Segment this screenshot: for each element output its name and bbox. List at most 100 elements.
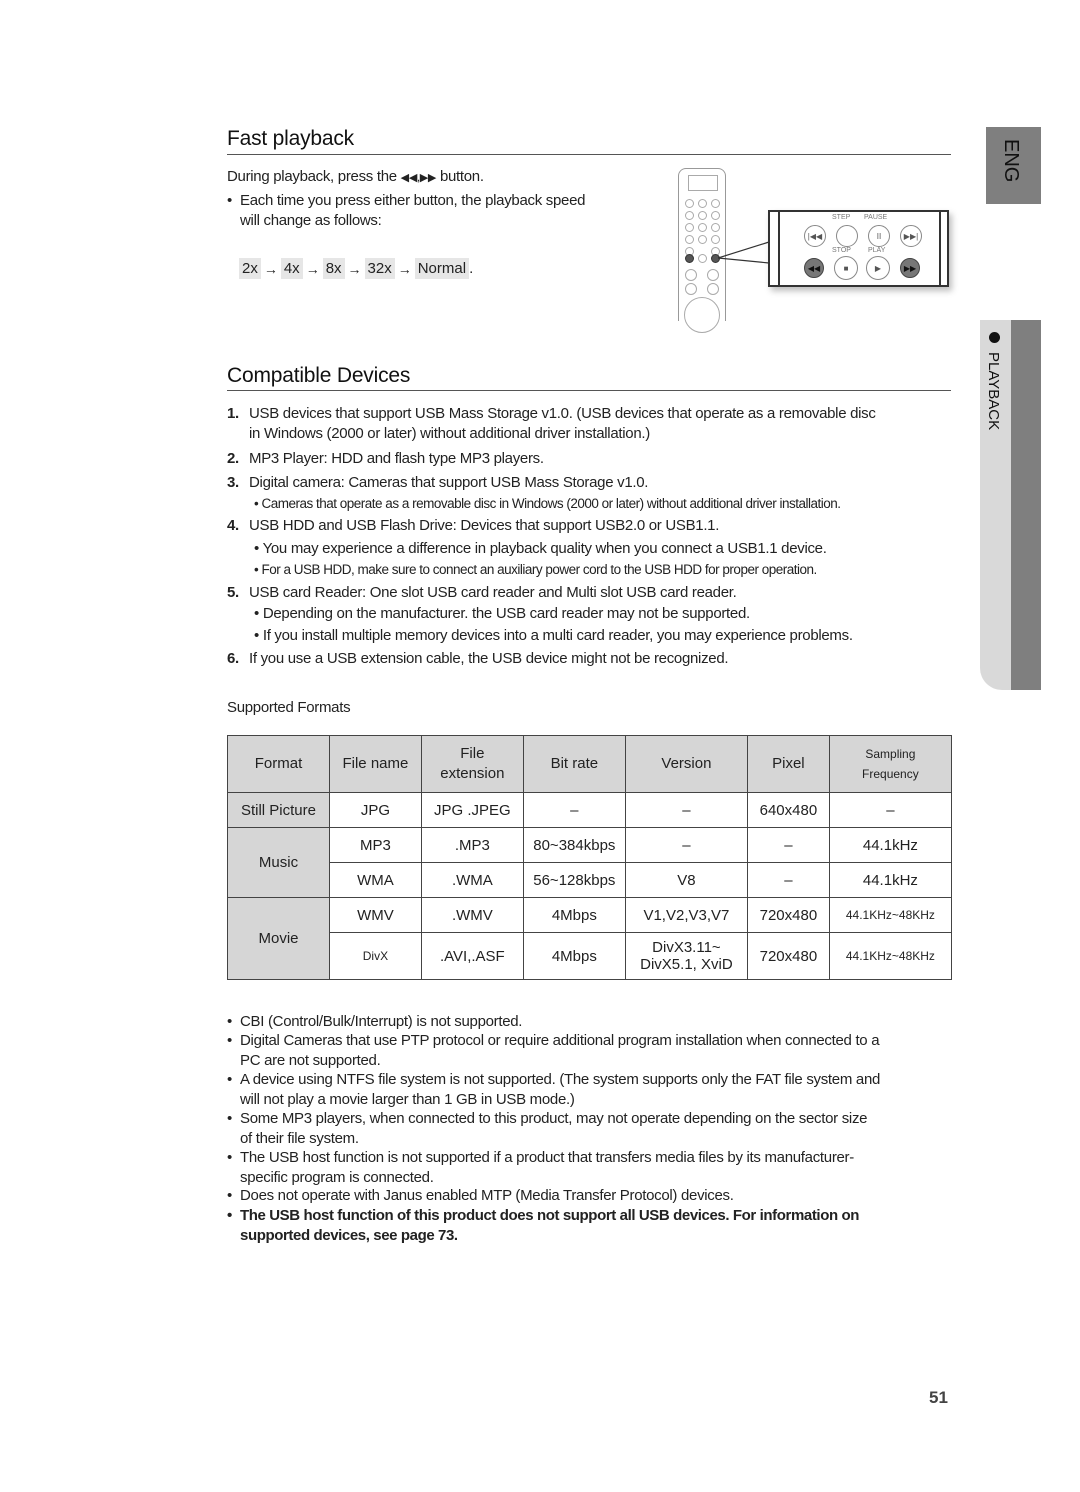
speed-sequence: 2x → 4x → 8x → 32x → Normal.: [239, 258, 473, 279]
header-text: Version: [661, 755, 712, 772]
table-cell: DivX: [328, 932, 422, 980]
cell-text: 44.1KHz~48KHz: [845, 949, 935, 963]
cell-text: 44.1KHz~48KHz: [845, 908, 935, 922]
bullet-icon: •: [227, 1187, 232, 1204]
section-title-fast-playback: Fast playback: [227, 127, 354, 150]
language-label: ENG: [1000, 139, 1022, 183]
supported-formats-table: Format File name File extension Bit rate Vers…: [227, 735, 953, 980]
note-item: • A device using NTFS file system is not …: [227, 1070, 952, 1109]
item-number: 5.: [227, 584, 239, 601]
table-cell: 44.1KHz~48KHz: [828, 932, 953, 980]
column-header: Version: [624, 735, 749, 793]
remote-callout: STEP PAUSE |◀◀ II ▶▶| STOP PLAY ◀◀ ■ ▶ ▶…: [768, 210, 949, 287]
bullet-icon: •: [227, 1110, 232, 1127]
item-bullet: • You may experience a difference in pla…: [254, 539, 979, 559]
cell-text: 720x480: [759, 947, 818, 965]
remote-button: [698, 223, 707, 232]
step-button: [836, 225, 858, 247]
cell-text: –: [784, 871, 793, 889]
table-row: Still Picture JPG JPG .JPEG – – 640x480 –: [227, 792, 953, 828]
table-cell: V1,V2,V3,V7: [624, 897, 749, 933]
cell-text: –: [886, 801, 895, 819]
table-cell: 44.1kHz: [828, 862, 953, 898]
item-number: 3.: [227, 474, 239, 491]
table-cell: –: [828, 792, 953, 828]
format-group-cell: Movie: [227, 897, 330, 980]
table-cell: DivX3.11~ DivX5.1, XviD: [624, 932, 749, 980]
item-number: 6.: [227, 650, 239, 667]
cell-text: V8: [677, 871, 696, 889]
cell-text: .MP3: [454, 836, 490, 854]
period: .: [469, 260, 474, 277]
table-cell: 720x480: [747, 932, 830, 980]
cell-text: 44.1kHz: [862, 871, 918, 889]
item-bullet: • Cameras that operate as a removable di…: [254, 494, 979, 514]
table-cell: 44.1kHz: [828, 827, 953, 863]
column-header: File name: [328, 735, 422, 793]
table-cell: –: [624, 827, 749, 863]
table-cell: –: [624, 792, 749, 828]
table-cell: .MP3: [420, 827, 524, 863]
remote-button: [685, 199, 694, 208]
stop-icon: ■: [834, 256, 858, 280]
play-icon: ▶: [866, 256, 890, 280]
play-label: PLAY: [868, 247, 886, 254]
item-text: Digital camera: Cameras that support USB…: [249, 474, 649, 491]
section-title-compatible-devices: Compatible Devices: [227, 364, 411, 387]
cell-text: 80~384kbps: [533, 836, 616, 854]
column-header: Pixel: [747, 735, 830, 793]
cell-text: DivX5.1, XviD: [640, 956, 733, 973]
header-text: extension: [440, 765, 505, 782]
table-cell: .WMA: [420, 862, 524, 898]
table-cell: 44.1KHz~48KHz: [828, 897, 953, 933]
rewind-icon: ◀◀: [804, 258, 824, 278]
skip-forward-icon: ▶▶|: [900, 225, 922, 247]
table-body: Still Picture JPG JPG .JPEG – –640x480– Music…: [227, 792, 953, 980]
speed-2x: 2x: [239, 258, 261, 279]
cell-text: .WMA: [451, 871, 493, 889]
table-row: Music MP3 .MP3 80~384kbps – – 44.1kHz: [227, 827, 953, 898]
cell-text: –: [682, 801, 691, 819]
device-list-item: 2. MP3 Player: HDD and flash type MP3 pla…: [227, 449, 952, 469]
table-cell: .WMV: [420, 897, 524, 933]
item-text: USB HDD and USB Flash Drive: Devices tha…: [249, 517, 720, 534]
note-text: Some MP3 players, when connected to this…: [240, 1110, 868, 1127]
cell-text: –: [570, 801, 579, 819]
remote-display: [688, 175, 718, 191]
device-list-item: 1. USB devices that support USB Mass Stor…: [227, 404, 952, 443]
item-number: 1.: [227, 405, 239, 422]
speed-4x: 4x: [280, 258, 303, 279]
item-text: If you use a USB extension cable, the US…: [249, 650, 729, 667]
column-header: Format: [227, 735, 330, 793]
table-row: DivX .AVI,.ASF 4Mbps DivX3.11~ DivX5.1, XviD…: [228, 932, 953, 980]
bullet-icon: •: [254, 540, 263, 557]
cell-text: V1,V2,V3,V7: [643, 906, 730, 924]
callout-lines: [718, 241, 770, 264]
cell-text: 640x480: [759, 801, 818, 819]
bullet-dot-icon: [989, 332, 1000, 343]
bullet-icon: •: [254, 627, 263, 644]
language-tab: ENG: [986, 127, 1041, 204]
bullet-line: Each time you press either button, the p…: [240, 192, 586, 209]
header-text: Pixel: [772, 755, 805, 772]
bullet-text: For a USB HDD, make sure to connect an a…: [261, 562, 817, 577]
cell-text: JPG: [360, 801, 391, 819]
header-text: File name: [342, 755, 409, 772]
speed-32x: 32x: [364, 258, 395, 279]
arrow-right-icon: →: [397, 260, 412, 277]
bullet-icon: •: [227, 1013, 232, 1030]
remote-button: [685, 235, 694, 244]
table-cell: 640x480: [747, 792, 830, 828]
bullet-line: will change as follows:: [240, 211, 382, 229]
table-cell: V8: [624, 862, 749, 898]
remote-dpad: [684, 297, 720, 333]
cell-text: 4Mbps: [551, 947, 597, 965]
bullet-text: Depending on the manufacturer. the USB c…: [262, 605, 750, 622]
header-text: Bit rate: [550, 755, 599, 772]
cell-text: 56~128kbps: [533, 871, 616, 889]
stop-label: STOP: [832, 247, 851, 254]
bullet-icon: •: [227, 1207, 232, 1224]
chapter-tab-bar: [1011, 320, 1041, 690]
fast-forward-icon: ▶▶: [900, 258, 920, 278]
page-number: 51: [929, 1388, 948, 1407]
